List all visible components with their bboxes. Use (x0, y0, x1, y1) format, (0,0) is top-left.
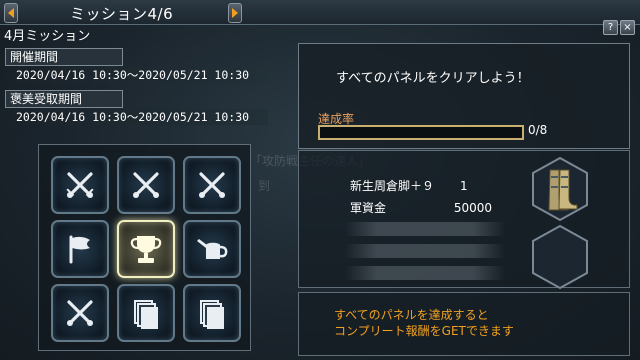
empty-reward-row (345, 222, 505, 236)
watering-can-icon (197, 239, 228, 259)
crossed-swords-icon (133, 172, 159, 198)
reward-period-range: 2020/04/16 10:30～2020/05/21 10:30 (6, 109, 268, 125)
help-button[interactable]: ? (603, 20, 618, 35)
flag-icon (69, 235, 90, 264)
period-label: 開催期間 (5, 48, 123, 66)
mission-tile-8[interactable] (117, 284, 175, 342)
prev-arrow-button[interactable] (4, 3, 18, 23)
crossed-swords-icon (199, 172, 225, 198)
completion-note: すべてのパネルを達成すると コンプリート報酬をGETできます (334, 307, 514, 339)
completion-note-line1: すべてのパネルを達成すると (334, 308, 489, 322)
cards-stack-icon (200, 300, 224, 329)
reward-item-qty: 1 (460, 179, 468, 193)
period-range: 2020/04/16 10:30～2020/05/21 10:30 (6, 67, 268, 83)
mission-subtitle: 4月ミッション (4, 29, 91, 44)
mission-description: すべてのパネルをクリアしよう！ (336, 71, 530, 86)
mission-tile-1[interactable] (51, 156, 109, 214)
mission-tile-6[interactable] (183, 220, 241, 278)
mission-tile-5[interactable] (117, 220, 175, 278)
crossed-swords-icon (66, 172, 94, 198)
reward-slot-2 (532, 224, 588, 290)
empty-reward-row (345, 244, 505, 258)
mission-tile-4[interactable] (51, 220, 109, 278)
crossed-swords-icon (67, 300, 93, 326)
trophy-icon (130, 236, 162, 263)
progress-bar (318, 125, 524, 140)
next-arrow-button[interactable] (228, 3, 242, 23)
mission-tile-2[interactable] (117, 156, 175, 214)
reward-slot-1[interactable] (530, 156, 590, 222)
close-button[interactable]: × (620, 20, 635, 35)
mission-tile-3[interactable] (183, 156, 241, 214)
mission-tile-7[interactable] (51, 284, 109, 342)
reward-item-name: 新生周倉脚＋９ (350, 179, 435, 193)
mission-title: ミッション4/6 (70, 5, 174, 23)
cards-stack-icon (134, 300, 158, 329)
progress-text: 0/8 (528, 123, 548, 137)
ghost-text: 到 (258, 179, 271, 193)
reward-period-label: 褒美受取期間 (5, 90, 123, 108)
mission-tile-9[interactable] (183, 284, 241, 342)
reward-item-name: 軍資金 (350, 201, 387, 215)
empty-reward-row (345, 266, 505, 280)
completion-note-line2: コンプリート報酬をGETできます (334, 324, 514, 338)
reward-item-qty: 50000 (453, 201, 492, 215)
